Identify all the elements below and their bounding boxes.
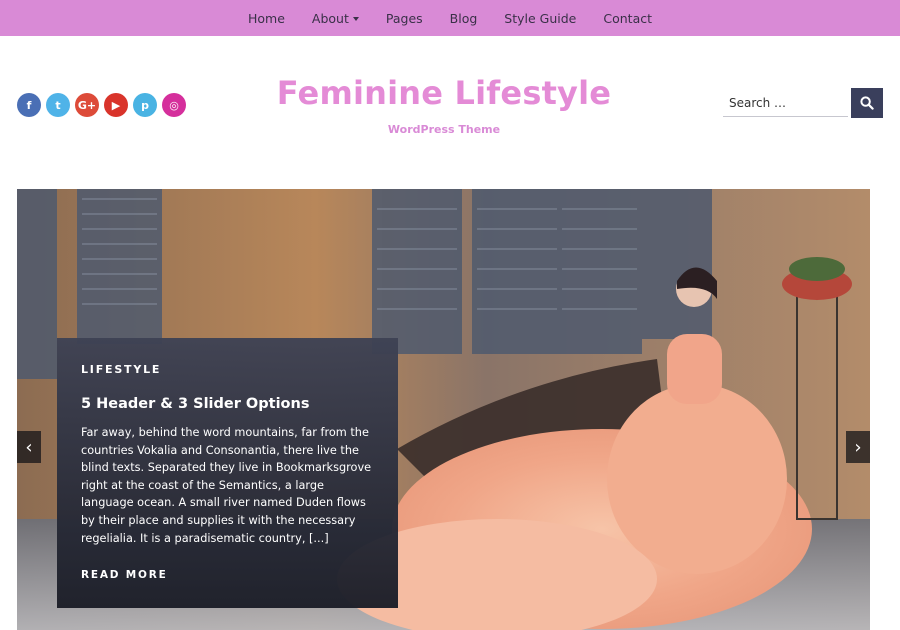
nav-menu: Home About Pages Blog Style Guide Contact bbox=[234, 11, 665, 26]
nav-item-label: Contact bbox=[603, 10, 653, 26]
nav-item-label: Home bbox=[247, 10, 285, 26]
chevron-right-icon: › bbox=[854, 436, 862, 458]
caret-down-icon bbox=[352, 16, 359, 21]
nav-item-label: Style Guide bbox=[504, 10, 577, 26]
nav-item-label: Pages bbox=[385, 10, 423, 26]
post-excerpt: Far away, behind the word mountains, far… bbox=[81, 426, 372, 545]
site-tagline: WordPress Theme bbox=[387, 123, 501, 136]
nav-item-pages[interactable]: Pages bbox=[372, 11, 436, 26]
slide-caption-card: LIFESTYLE 5 Header & 3 Slider Options Fa… bbox=[57, 338, 398, 608]
chevron-left-icon: ‹ bbox=[25, 436, 33, 458]
slider-prev-button[interactable]: ‹ bbox=[17, 431, 41, 463]
top-navigation: Home About Pages Blog Style Guide Contact bbox=[0, 0, 900, 36]
nav-item-label: Blog bbox=[449, 10, 478, 26]
nav-item-blog[interactable]: Blog bbox=[436, 11, 491, 26]
nav-item-about[interactable]: About bbox=[298, 11, 372, 26]
search-icon bbox=[860, 96, 874, 110]
nav-item-home[interactable]: Home bbox=[234, 11, 298, 26]
read-more-link[interactable]: READ MORE bbox=[81, 569, 168, 581]
post-title[interactable]: 5 Header & 3 Slider Options bbox=[81, 396, 374, 412]
nav-item-label: About bbox=[311, 10, 349, 26]
hero-slider: ‹ › LIFESTYLE 5 Header & 3 Slider Option… bbox=[17, 189, 870, 630]
nav-item-contact[interactable]: Contact bbox=[590, 11, 666, 26]
search-input[interactable] bbox=[723, 89, 848, 117]
post-category[interactable]: LIFESTYLE bbox=[81, 363, 374, 376]
slider-next-button[interactable]: › bbox=[846, 431, 870, 463]
nav-item-style-guide[interactable]: Style Guide bbox=[491, 11, 590, 26]
search-button[interactable] bbox=[851, 88, 883, 118]
